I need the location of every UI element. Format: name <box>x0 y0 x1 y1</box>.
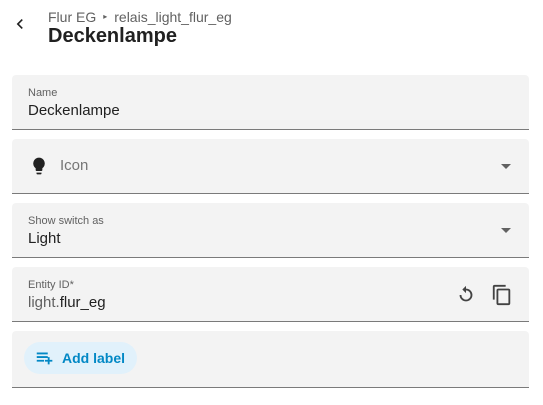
page-header: Flur EG ▸ relais_light_flur_eg Deckenlam… <box>0 0 543 60</box>
entity-id-object-id[interactable]: flur_eg <box>60 294 106 311</box>
icon-picker[interactable]: Icon <box>12 139 529 194</box>
lightbulb-icon <box>33 157 45 175</box>
add-label-button[interactable]: Add label <box>24 342 138 374</box>
back-button[interactable] <box>6 10 34 38</box>
breadcrumb: Flur EG ▸ relais_light_flur_eg <box>48 9 232 25</box>
dropdown-arrow-icon[interactable] <box>501 228 511 233</box>
name-field-value[interactable]: Deckenlampe <box>28 102 120 119</box>
icon-picker-placeholder: Icon <box>60 157 89 174</box>
breadcrumb-separator-icon: ▸ <box>103 11 108 21</box>
entity-id-field[interactable]: Entity ID* light.flur_eg <box>12 267 529 322</box>
entity-id-label: Entity ID* <box>28 279 74 291</box>
playlist-plus-icon <box>36 352 53 365</box>
show-switch-as-select[interactable]: Show switch as Light <box>12 203 529 258</box>
copy-icon[interactable] <box>491 284 513 306</box>
chevron-left-icon <box>16 19 23 29</box>
page-title: Deckenlampe <box>48 25 177 47</box>
name-field[interactable]: Name Deckenlampe <box>12 75 529 130</box>
show-switch-as-label: Show switch as <box>28 215 104 227</box>
labels-field: Add label <box>12 331 529 388</box>
name-field-label: Name <box>28 87 58 99</box>
breadcrumb-area[interactable]: Flur EG <box>48 9 96 25</box>
show-switch-as-value: Light <box>28 230 61 247</box>
entity-id-domain-prefix: light. <box>28 294 60 311</box>
dropdown-arrow-icon[interactable] <box>501 164 511 169</box>
breadcrumb-device[interactable]: relais_light_flur_eg <box>114 9 232 25</box>
restore-icon[interactable] <box>455 284 477 306</box>
add-label-text: Add label <box>62 350 126 366</box>
entity-id-value[interactable]: light.flur_eg <box>28 294 106 311</box>
